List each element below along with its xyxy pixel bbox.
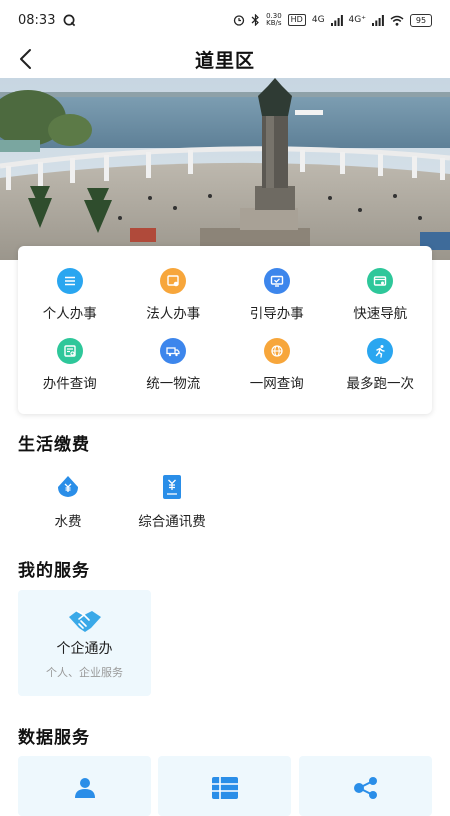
section-title-data-services: 数据服务 <box>18 728 90 748</box>
page-title: 道里区 <box>194 49 255 72</box>
data-service-card-person[interactable] <box>18 756 151 816</box>
map-card-icon <box>367 268 394 294</box>
service-quick-navigation[interactable]: 快速导航 <box>329 268 433 322</box>
service-label: 个人办事 <box>42 306 97 322</box>
water-drop-yen-icon <box>58 476 78 497</box>
banner-image[interactable] <box>0 78 450 260</box>
handshake-icon <box>68 610 101 632</box>
phone-bill-yen-icon <box>163 475 181 499</box>
service-legal-entity-affairs[interactable]: 法人办事 <box>122 268 226 322</box>
status-bar: 08:33 0.30 KB/s HD 4G 4G⁺ 95 <box>0 0 450 40</box>
status-time: 08:33 <box>18 12 56 28</box>
service-label: 快速导航 <box>353 306 408 322</box>
truck-icon <box>160 338 187 364</box>
table-list-icon <box>211 777 238 799</box>
service-label: 统一物流 <box>146 376 201 392</box>
service-case-query[interactable]: 办件查询 <box>18 338 122 392</box>
card-subtitle: 个人、企业服务 <box>46 666 123 679</box>
personal-enterprise-service-card[interactable]: 个企通办 个人、企业服务 <box>18 590 151 696</box>
signal-bars-icon <box>330 14 343 26</box>
signal-4g-plus-label: 4G⁺ <box>348 15 366 25</box>
service-label: 办件查询 <box>42 376 97 392</box>
title-bar: 道里区 <box>0 40 450 78</box>
quick-services-card: 个人办事 法人办事 引导办事 快速导航 办件查询 统一物流 一网查询 最多跑一次 <box>18 246 432 414</box>
service-label: 法人办事 <box>146 306 201 322</box>
status-left: 08:33 <box>18 13 76 28</box>
telecom-fee-item[interactable]: 综合通讯费 <box>130 474 214 530</box>
wifi-icon <box>390 15 404 26</box>
alarm-icon <box>233 15 245 26</box>
net-speed: 0.30 KB/s <box>266 13 282 27</box>
net-speed-unit: KB/s <box>266 19 282 27</box>
back-arrow-icon <box>20 49 31 69</box>
notification-app-icon <box>64 14 76 26</box>
runner-icon <box>367 338 394 364</box>
signal-4g-label: 4G <box>311 15 325 25</box>
data-service-card-table[interactable] <box>158 756 291 816</box>
list-icon <box>56 268 83 294</box>
service-run-at-most-once[interactable]: 最多跑一次 <box>329 338 433 392</box>
flood-monument-square-photo <box>0 78 450 260</box>
service-label: 一网查询 <box>249 376 304 392</box>
service-one-network-query[interactable]: 一网查询 <box>225 338 329 392</box>
monitor-icon <box>263 268 290 294</box>
hd-badge: HD <box>287 14 306 26</box>
bluetooth-icon <box>251 14 259 26</box>
document-search-icon <box>56 338 83 364</box>
signal-bars-2-icon <box>372 14 384 26</box>
person-icon <box>74 778 95 798</box>
card-title: 个企通办 <box>56 641 113 657</box>
status-right: 0.30 KB/s HD 4G 4G⁺ 95 <box>233 13 432 27</box>
service-unified-logistics[interactable]: 统一物流 <box>122 338 226 392</box>
quick-services-grid: 个人办事 法人办事 引导办事 快速导航 办件查询 统一物流 一网查询 最多跑一次 <box>18 268 432 392</box>
section-title-life-payment: 生活缴费 <box>18 435 90 455</box>
service-personal-affairs[interactable]: 个人办事 <box>18 268 122 322</box>
fee-label: 水费 <box>54 514 82 530</box>
section-title-my-services: 我的服务 <box>18 561 90 581</box>
data-service-card-share[interactable] <box>299 756 432 816</box>
water-fee-item[interactable]: 水费 <box>38 474 98 530</box>
back-button[interactable] <box>14 46 40 72</box>
globe-icon <box>263 338 290 364</box>
share-nodes-icon <box>353 777 377 799</box>
service-label: 最多跑一次 <box>346 376 415 392</box>
certificate-icon <box>160 268 187 294</box>
service-guided-affairs[interactable]: 引导办事 <box>225 268 329 322</box>
service-label: 引导办事 <box>249 306 304 322</box>
fee-label: 综合通讯费 <box>138 514 206 530</box>
battery-indicator: 95 <box>410 13 432 27</box>
